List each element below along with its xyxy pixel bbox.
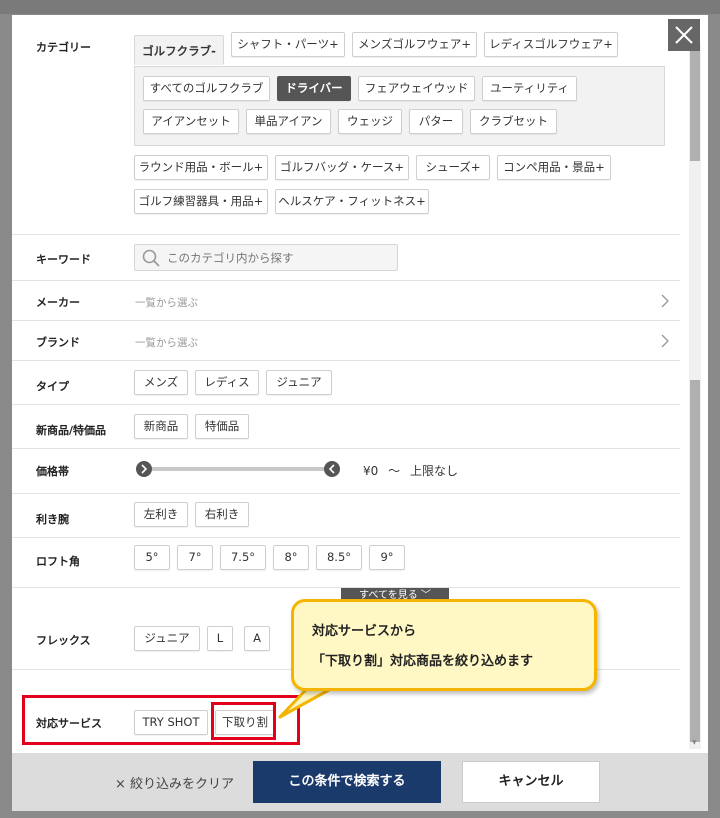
- loft-option[interactable]: 7°: [177, 545, 213, 570]
- type-label: タイプ: [36, 380, 69, 393]
- trade-in-highlight-box: [211, 702, 276, 740]
- flex-a[interactable]: A: [244, 626, 270, 651]
- price-separator: ～: [388, 464, 401, 478]
- price-slider-track[interactable]: [150, 467, 334, 471]
- sub-club-set[interactable]: クラブセット: [470, 109, 557, 134]
- sale-item-chip[interactable]: 特価品: [195, 414, 249, 439]
- flex-junior[interactable]: ジュニア: [134, 626, 200, 651]
- maker-row[interactable]: メーカー 一覧から選ぶ: [12, 281, 680, 321]
- price-row: 価格帯: [12, 449, 680, 494]
- chevron-right-icon: [661, 294, 669, 308]
- loft-option[interactable]: 8°: [273, 545, 309, 570]
- tab-round-ball[interactable]: ラウンド用品・ボール+: [134, 155, 268, 180]
- sub-wedge[interactable]: ウェッジ: [338, 109, 402, 134]
- loft-option[interactable]: 8.5°: [316, 545, 362, 570]
- brand-row[interactable]: ブランド 一覧から選ぶ: [12, 321, 680, 361]
- price-min-knob[interactable]: [136, 461, 152, 477]
- new-item-chip[interactable]: 新商品: [134, 414, 188, 439]
- flex-l[interactable]: L: [207, 626, 233, 651]
- loft-row: ロフト角 5° 7° 7.5° 8° 8.5° 9°: [12, 538, 680, 588]
- tab-mens-wear[interactable]: メンズゴルフウェア+: [352, 32, 477, 57]
- sub-single-iron[interactable]: 単品アイアン: [246, 109, 331, 134]
- loft-option[interactable]: 9°: [369, 545, 405, 570]
- scrollbar-thumb-upper[interactable]: [690, 43, 700, 161]
- filter-modal-body: カテゴリー ゴルフクラブ- シャフト・パーツ+ メンズゴルフウェア+ レディスゴ…: [12, 15, 688, 753]
- maker-picker[interactable]: 一覧から選ぶ: [135, 295, 198, 310]
- filter-modal: カテゴリー ゴルフクラブ- シャフト・パーツ+ メンズゴルフウェア+ レディスゴ…: [12, 15, 708, 811]
- close-button[interactable]: [668, 19, 700, 51]
- keyword-search-box[interactable]: [134, 244, 398, 271]
- modal-scrollbar[interactable]: ▼: [689, 43, 701, 749]
- keyword-label: キーワード: [36, 253, 91, 266]
- flex-label: フレックス: [36, 634, 91, 647]
- price-min-text: ¥0: [363, 464, 379, 478]
- slider-arrow-icon: [141, 464, 148, 474]
- loft-option[interactable]: 7.5°: [220, 545, 266, 570]
- tab-golf-bag[interactable]: ゴルフバッグ・ケース+: [275, 155, 409, 180]
- type-junior[interactable]: ジュニア: [266, 370, 332, 395]
- category-label: カテゴリー: [36, 41, 91, 54]
- sub-utility[interactable]: ユーティリティ: [482, 76, 577, 101]
- brand-picker[interactable]: 一覧から選ぶ: [135, 335, 198, 350]
- sub-iron-set[interactable]: アイアンセット: [143, 109, 239, 134]
- chevron-right-icon: [661, 334, 669, 348]
- cancel-button[interactable]: キャンセル: [462, 761, 600, 803]
- modal-footer: × 絞り込みをクリア この条件で検索する キャンセル: [12, 753, 708, 811]
- price-max-knob[interactable]: [324, 461, 340, 477]
- new-sale-label: 新商品/特価品: [36, 424, 107, 437]
- tab-shaft-parts[interactable]: シャフト・パーツ+: [231, 32, 345, 57]
- tab-practice-goods[interactable]: ゴルフ練習器具・用品+: [134, 189, 268, 214]
- search-icon: [142, 249, 160, 267]
- tab-compe-goods[interactable]: コンペ用品・景品+: [497, 155, 611, 180]
- maker-label: メーカー: [36, 296, 80, 309]
- tab-ladies-wear[interactable]: レディスゴルフウェア+: [484, 32, 618, 57]
- hand-row: 利き腕 左利き 右利き: [12, 494, 680, 538]
- loft-label: ロフト角: [36, 555, 80, 568]
- brand-label: ブランド: [36, 336, 80, 349]
- scrollbar-thumb-lower[interactable]: [690, 380, 700, 742]
- price-range-text: ¥0 ～ 上限なし: [363, 462, 458, 479]
- sub-fairway-wood[interactable]: フェアウェイウッド: [358, 76, 475, 101]
- callout-line-1: 対応サービスから: [312, 624, 417, 639]
- keyword-search-input[interactable]: [167, 248, 387, 268]
- backdrop-strip: [0, 0, 720, 14]
- category-row: カテゴリー ゴルフクラブ- シャフト・パーツ+ メンズゴルフウェア+ レディスゴ…: [12, 15, 680, 235]
- tab-healthcare[interactable]: ヘルスケア・フィットネス+: [275, 189, 429, 214]
- clear-filters-link[interactable]: × 絞り込みをクリア: [115, 773, 234, 792]
- left-hand-chip[interactable]: 左利き: [134, 502, 188, 527]
- sub-putter[interactable]: パター: [409, 109, 463, 134]
- hand-label: 利き腕: [36, 513, 69, 526]
- annotation-callout: 対応サービスから 「下取り割」対応商品を絞り込めます: [291, 599, 597, 691]
- new-sale-row: 新商品/特価品 新商品 特価品: [12, 405, 680, 449]
- right-hand-chip[interactable]: 右利き: [195, 502, 249, 527]
- loft-option[interactable]: 5°: [134, 545, 170, 570]
- slider-arrow-icon: [328, 464, 335, 474]
- tab-shoes[interactable]: シューズ+: [416, 155, 490, 180]
- close-icon: [675, 26, 693, 44]
- search-submit-button[interactable]: この条件で検索する: [253, 761, 441, 803]
- scroll-down-arrow-icon[interactable]: ▼: [692, 739, 697, 746]
- sub-driver[interactable]: ドライバー: [277, 76, 351, 101]
- price-label: 価格帯: [36, 465, 69, 478]
- type-mens[interactable]: メンズ: [134, 370, 188, 395]
- type-ladies[interactable]: レディス: [195, 370, 259, 395]
- tab-golf-club[interactable]: ゴルフクラブ-: [134, 35, 224, 65]
- price-max-text: 上限なし: [409, 464, 458, 478]
- callout-line-2: 「下取り割」対応商品を絞り込めます: [312, 654, 534, 669]
- type-row: タイプ メンズ レディス ジュニア: [12, 361, 680, 405]
- sub-all-clubs[interactable]: すべてのゴルフクラブ: [143, 76, 270, 101]
